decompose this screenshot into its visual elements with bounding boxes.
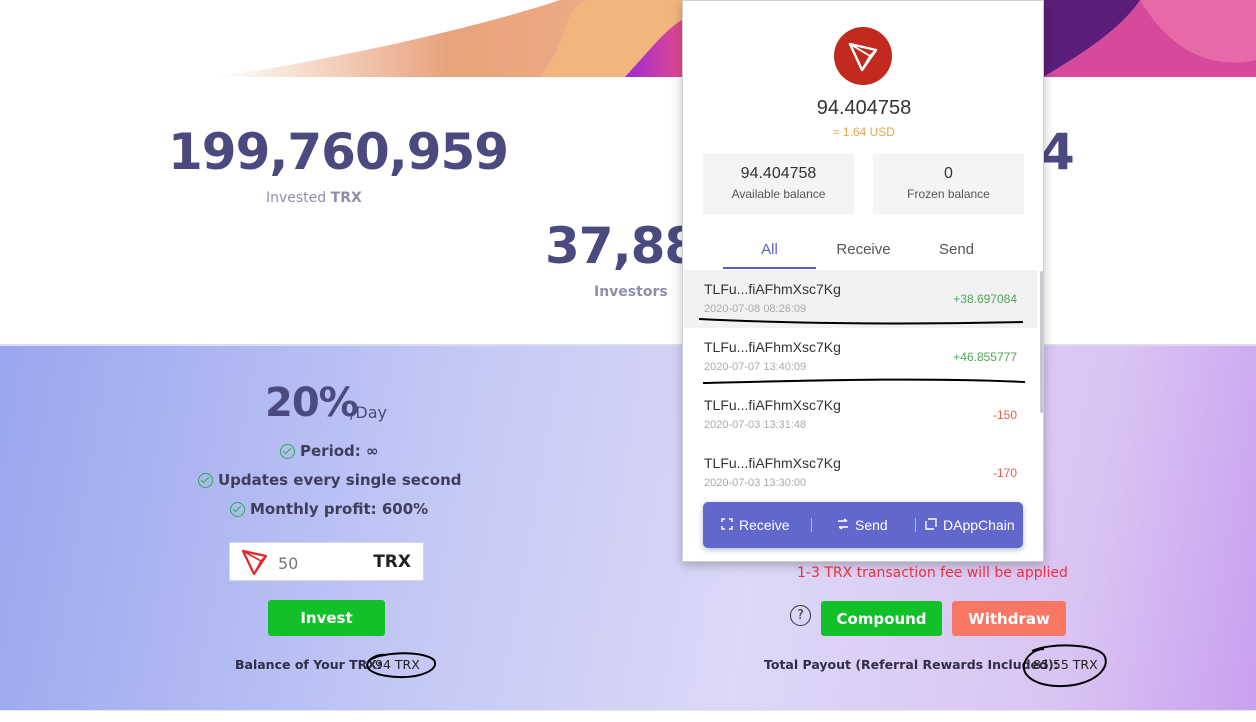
tron-logo-icon <box>240 547 270 582</box>
transaction-amount: -150 <box>992 408 1017 422</box>
transaction-row[interactable]: TLFu...fiAFhmXsc7Kg 2020-07-07 13:40:09 … <box>684 328 1037 386</box>
divider <box>915 518 916 532</box>
transaction-amount: +38.697084 <box>953 292 1017 306</box>
wallet-popup: 94.404758 ≈ 1.64 USD 94.404758 Available… <box>682 0 1044 562</box>
transaction-row[interactable]: TLFu...fiAFhmXsc7Kg 2020-07-08 08:26:09 … <box>684 270 1037 328</box>
feature-updates-text: Updates every single second <box>218 471 462 489</box>
investors-value: 37,88 <box>545 217 699 275</box>
payout-label: Total Payout (Referral Rewards Included)… <box>764 657 1059 672</box>
available-balance-value: 94.404758 <box>740 165 817 182</box>
wallet-send-label: Send <box>855 517 888 533</box>
frozen-balance-card: 0 Frozen balance <box>873 154 1024 214</box>
transaction-time: 2020-07-08 08:26:09 <box>704 303 807 315</box>
footer-strip <box>0 710 1256 722</box>
transaction-time: 2020-07-07 13:40:09 <box>704 361 807 373</box>
feature-period: Period: ∞ <box>280 442 378 460</box>
invested-trx-label: Invested TRX <box>266 190 362 206</box>
check-circle-icon <box>280 443 295 459</box>
transaction-time: 2020-07-03 13:31:48 <box>704 419 807 431</box>
wallet-balance: 94.404758 <box>816 97 912 119</box>
amount-unit: TRX <box>373 552 411 572</box>
feature-monthly-profit: Monthly profit: 600% <box>230 500 428 518</box>
feature-period-text: Period: ∞ <box>300 442 379 460</box>
investors-label: Investors <box>594 284 668 300</box>
chain-icon <box>925 517 937 533</box>
stats-section <box>0 77 1256 344</box>
divider <box>811 518 812 532</box>
invested-label-prefix: Invested <box>266 190 327 206</box>
amount-input[interactable] <box>278 552 358 574</box>
transaction-row[interactable]: TLFu...fiAFhmXsc7Kg 2020-07-03 13:30:00 … <box>684 444 1037 502</box>
wallet-send-button[interactable]: Send <box>837 502 888 548</box>
transaction-address: TLFu...fiAFhmXsc7Kg <box>704 339 841 355</box>
transaction-address: TLFu...fiAFhmXsc7Kg <box>704 281 841 297</box>
feature-monthly-profit-text: Monthly profit: 600% <box>250 500 429 518</box>
hero-banner <box>0 0 1256 77</box>
transaction-address: TLFu...fiAFhmXsc7Kg <box>704 397 841 413</box>
feature-updates: Updates every single second <box>198 471 462 489</box>
transaction-amount: -170 <box>992 466 1017 480</box>
withdraw-button[interactable]: Withdraw <box>952 601 1066 636</box>
balance-value: 94 TRX <box>375 657 420 672</box>
available-balance-card: 94.404758 Available balance <box>703 154 854 214</box>
stat-value-right: 4 <box>1040 123 1075 181</box>
invest-button[interactable]: Invest <box>268 600 385 636</box>
payout-value: 85.55 TRX <box>1033 657 1098 672</box>
wallet-action-bar: Receive Send DAppChain <box>703 502 1023 548</box>
transaction-row[interactable]: TLFu...fiAFhmXsc7Kg 2020-07-03 13:31:48 … <box>684 386 1037 444</box>
wallet-receive-label: Receive <box>739 517 790 533</box>
balance-label: Balance of Your TRX: <box>235 657 382 672</box>
wallet-receive-button[interactable]: Receive <box>721 502 790 548</box>
frozen-balance-value: 0 <box>944 165 953 182</box>
transactions-scrollbar[interactable] <box>1040 271 1043 413</box>
transaction-address: TLFu...fiAFhmXsc7Kg <box>704 455 841 471</box>
help-icon[interactable]: ? <box>790 605 811 626</box>
invested-trx-value: 199,760,959 <box>168 123 509 181</box>
daily-rate-unit: /Day <box>350 403 387 422</box>
transaction-amount: +46.855777 <box>953 350 1017 364</box>
invested-label-unit: TRX <box>330 190 362 206</box>
transaction-time: 2020-07-03 13:30:00 <box>704 477 807 489</box>
tab-send[interactable]: Send <box>910 241 1003 269</box>
wallet-tabs: All Receive Send <box>683 241 1043 269</box>
check-circle-icon <box>198 472 213 488</box>
wallet-dappchain-label: DAppChain <box>943 517 1015 533</box>
fee-note: 1-3 TRX transaction fee will be applied <box>797 565 1068 581</box>
tab-all[interactable]: All <box>723 241 816 269</box>
available-balance-label: Available balance <box>731 187 826 201</box>
daily-rate: 20% <box>265 380 359 426</box>
scan-icon <box>721 517 733 533</box>
invest-amount-field[interactable]: TRX <box>229 542 424 581</box>
tron-logo-icon <box>834 27 892 85</box>
check-circle-icon <box>230 501 245 517</box>
compound-button[interactable]: Compound <box>821 601 942 636</box>
invest-section <box>0 344 1256 710</box>
tab-receive[interactable]: Receive <box>817 241 910 269</box>
frozen-balance-label: Frozen balance <box>907 187 990 201</box>
transfer-icon <box>837 517 849 533</box>
wallet-usd-value: ≈ 1.64 USD <box>833 125 895 139</box>
wallet-dappchain-button[interactable]: DAppChain <box>925 502 1015 548</box>
